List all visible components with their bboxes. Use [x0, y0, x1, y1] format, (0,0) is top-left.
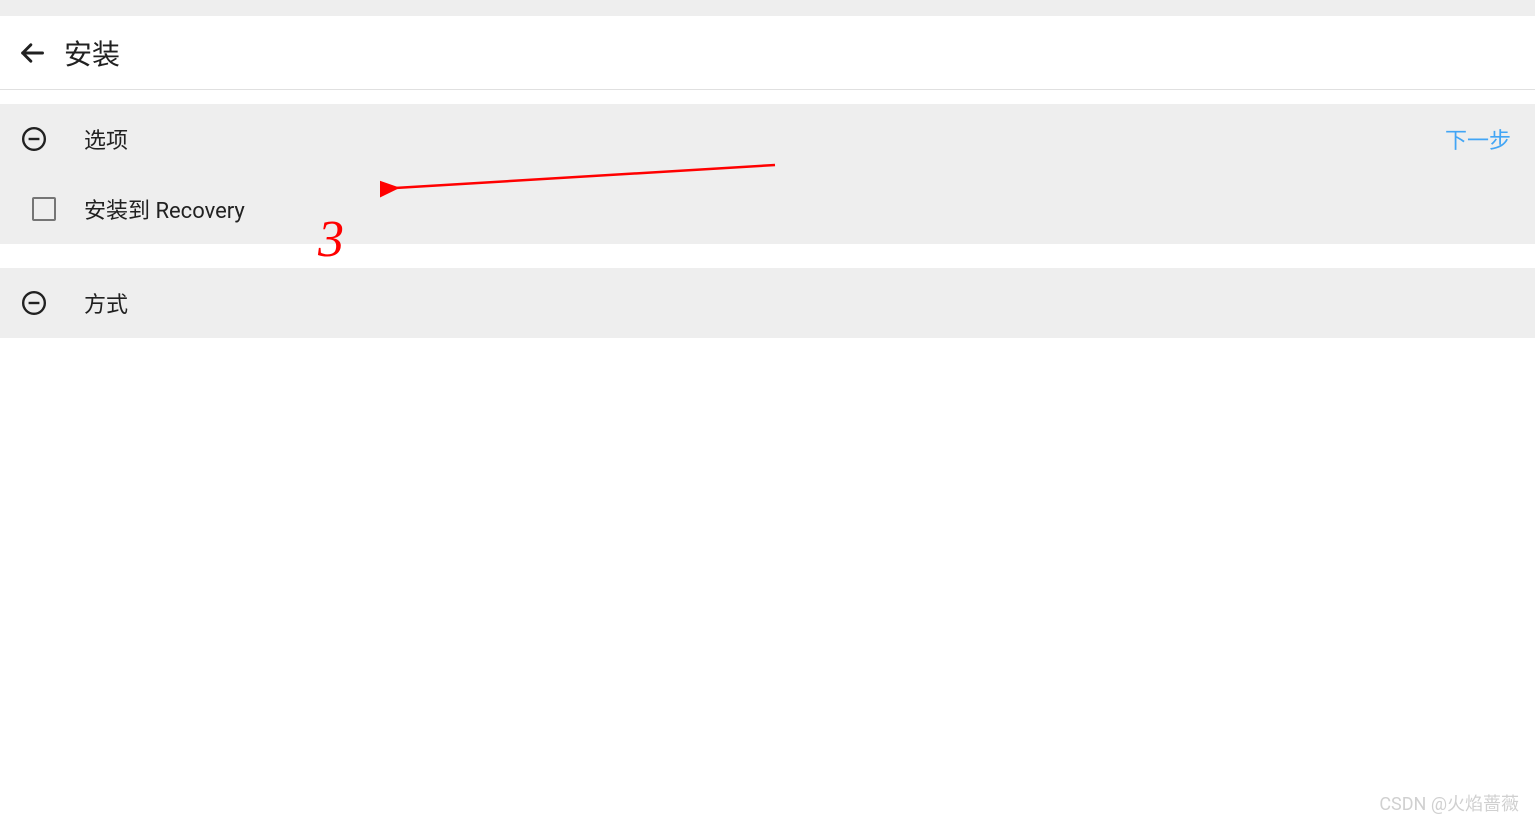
section-method-title: 方式 — [84, 287, 128, 319]
option-install-recovery[interactable]: 安装到 Recovery — [0, 174, 1535, 244]
checkbox-install-recovery[interactable] — [32, 197, 56, 221]
arrow-left-icon — [18, 39, 46, 67]
gap — [0, 90, 1535, 104]
back-button[interactable] — [8, 29, 56, 77]
section-options-header[interactable]: 选项 下一步 — [0, 104, 1535, 174]
page-title: 安装 — [64, 33, 120, 73]
section-gap — [0, 244, 1535, 268]
option-install-recovery-label: 安装到 Recovery — [84, 193, 245, 225]
collapse-icon — [20, 289, 48, 317]
next-button[interactable]: 下一步 — [1445, 123, 1511, 155]
header: 安装 — [0, 16, 1535, 90]
section-options-title: 选项 — [84, 123, 128, 155]
section-method-header[interactable]: 方式 — [0, 268, 1535, 338]
top-bar — [0, 0, 1535, 16]
collapse-icon — [20, 125, 48, 153]
